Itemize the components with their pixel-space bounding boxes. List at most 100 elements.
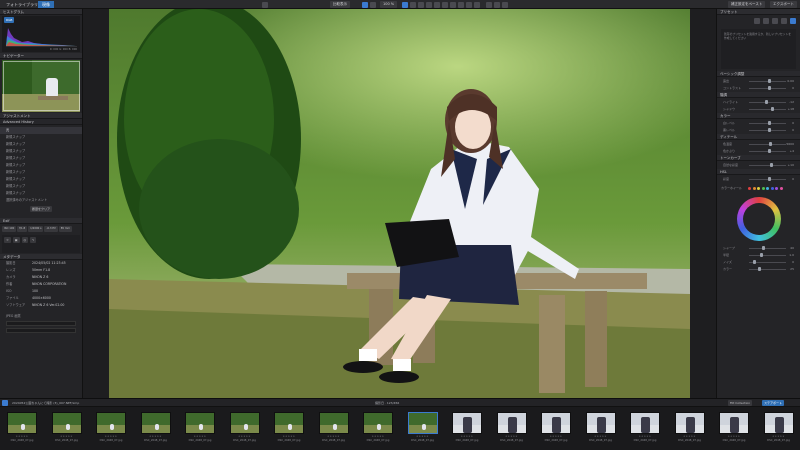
slider-track[interactable]	[749, 247, 786, 249]
color-swatch[interactable]	[770, 186, 774, 190]
slider-track[interactable]	[749, 254, 786, 256]
brush-icon[interactable]	[418, 1, 424, 8]
grid-icon[interactable]	[362, 1, 368, 8]
filmstrip-toggle-icon[interactable]	[2, 400, 8, 406]
rating-stars[interactable]: ★★★★★	[497, 435, 527, 438]
color-swatch[interactable]	[766, 186, 770, 190]
rating-stars[interactable]: ★★★★★	[408, 435, 438, 438]
rating-stars[interactable]: ★★★★★	[675, 435, 705, 438]
filmstrip-thumbnail[interactable]	[452, 412, 482, 434]
main-photo[interactable]	[109, 9, 690, 398]
slider-track[interactable]	[749, 164, 786, 166]
slider-value[interactable]: 25	[790, 266, 794, 272]
navigator-preview[interactable]	[2, 60, 80, 112]
slider-value[interactable]: 40	[790, 245, 794, 251]
zoom-select[interactable]: 100 %	[380, 1, 398, 8]
preset-menu-icon[interactable]	[781, 18, 787, 24]
adjust-slider[interactable]: 彩度 0	[721, 176, 796, 182]
rating-stars[interactable]: ★★★★★	[96, 435, 126, 438]
preset-add-icon[interactable]	[754, 18, 760, 24]
history-item[interactable]: 新規スナップ	[0, 141, 82, 148]
top-right-button-0[interactable]: 補正設定をペースト	[728, 1, 766, 8]
rating-stars[interactable]: ★★★★★	[185, 435, 215, 438]
rating-stars[interactable]: ★★★★★	[141, 435, 171, 438]
adjust-slider[interactable]: 露出 0.00	[721, 78, 796, 84]
filmstrip-thumbnail[interactable]	[719, 412, 749, 434]
filmstrip-thumbnail[interactable]	[407, 412, 438, 434]
slider-knob[interactable]	[767, 128, 771, 132]
rating-stars[interactable]: ★★★★★	[452, 435, 482, 438]
history-item[interactable]: 元	[0, 127, 82, 134]
slider-knob[interactable]	[767, 86, 771, 90]
rating-stars[interactable]: ★★★★★	[230, 435, 260, 438]
tab-0[interactable]: フォトライブラリ	[2, 1, 42, 8]
slider-value[interactable]: +10	[788, 162, 794, 168]
rating-stars[interactable]: ★★★★★	[630, 435, 660, 438]
clear-history-button[interactable]: 履歴をクリア	[29, 206, 52, 212]
jpeg-size-field[interactable]	[6, 328, 76, 333]
filmstrip-thumbnail[interactable]	[674, 412, 705, 434]
history-item[interactable]: 新規スナップ	[0, 176, 82, 183]
redeye-icon[interactable]	[458, 1, 464, 8]
eraser-icon[interactable]	[442, 1, 448, 8]
adjust-slider[interactable]: カラー 25	[721, 266, 796, 272]
filmstrip-button-1[interactable]: ステアポート	[762, 400, 785, 406]
histogram-header[interactable]: ヒストグラム	[0, 9, 82, 15]
text-icon[interactable]	[466, 1, 472, 8]
filmstrip-thumbnail[interactable]	[140, 412, 171, 434]
rating-stars[interactable]: ★★★★★	[274, 435, 304, 438]
filmstrip-thumbnail[interactable]	[51, 412, 82, 434]
rating-stars[interactable]: ★★★★★	[719, 435, 749, 438]
navigator-header[interactable]: ナビゲーター	[0, 53, 82, 59]
slider-value[interactable]: 5600	[786, 141, 794, 147]
adjust-slider[interactable]: 自然な彩度 +10	[721, 162, 796, 168]
tab-1[interactable]: 現像	[38, 1, 54, 8]
slider-value[interactable]: 1.0	[789, 252, 794, 258]
rating-stars[interactable]: ★★★★★	[586, 435, 616, 438]
section-header[interactable]: ディテール	[717, 134, 800, 140]
slider-track[interactable]	[749, 108, 786, 110]
history-item[interactable]: 新規スナップ	[0, 155, 82, 162]
section-header[interactable]: ベーシック調整	[717, 71, 800, 77]
radial-icon[interactable]	[434, 1, 440, 8]
filmstrip-thumbnail[interactable]	[274, 412, 304, 434]
rating-stars[interactable]: ★★★★★	[52, 435, 82, 438]
slider-value[interactable]: 0	[792, 127, 794, 133]
slider-knob[interactable]	[767, 121, 771, 125]
adjust-slider[interactable]: 半径 1.0	[721, 252, 796, 258]
slider-knob[interactable]	[752, 260, 756, 264]
filmstrip-thumbnail[interactable]	[496, 412, 527, 434]
top-right-button-1[interactable]: エクスポート	[770, 1, 797, 8]
compare-button[interactable]: 比較表示	[330, 1, 350, 8]
preset-folder-icon[interactable]	[763, 18, 769, 24]
crop-icon[interactable]	[402, 1, 408, 8]
filmstrip-thumbnail[interactable]	[630, 412, 660, 434]
jpeg-quality-field[interactable]	[6, 321, 76, 326]
filmstrip-thumbnail[interactable]	[318, 412, 349, 434]
color-swatch[interactable]	[757, 186, 761, 190]
info-icon[interactable]	[494, 1, 500, 8]
slider-knob[interactable]	[767, 177, 771, 181]
slider-track[interactable]	[749, 268, 786, 270]
filmstrip-thumbnail[interactable]	[763, 412, 794, 434]
filmstrip-thumbnail[interactable]	[541, 412, 571, 434]
slider-knob[interactable]	[769, 142, 773, 146]
image-viewer[interactable]	[83, 9, 716, 398]
filmstrip-thumbnail[interactable]	[363, 412, 393, 434]
slider-knob[interactable]	[758, 267, 762, 271]
section-header[interactable]: 階調	[717, 92, 800, 98]
fit-icon[interactable]	[486, 1, 492, 8]
slider-track[interactable]	[749, 143, 786, 145]
adjust-slider[interactable]: 色かぶり +4	[721, 148, 796, 154]
rating-stars[interactable]: ★★★★★	[7, 435, 37, 438]
color-swatch[interactable]	[752, 186, 756, 190]
filmstrip-thumbnail[interactable]	[229, 412, 260, 434]
rating-stars[interactable]: ★★★★★	[363, 435, 393, 438]
rating-stars[interactable]: ★★★★★	[541, 435, 571, 438]
slider-value[interactable]: 0	[792, 120, 794, 126]
slider-knob[interactable]	[771, 107, 775, 111]
slider-knob[interactable]	[761, 246, 765, 250]
adjust-slider[interactable]: シャドウ +18	[721, 106, 796, 112]
section-header[interactable]: トーンカーブ	[717, 155, 800, 161]
filmstrip-thumbnail[interactable]	[96, 412, 126, 434]
